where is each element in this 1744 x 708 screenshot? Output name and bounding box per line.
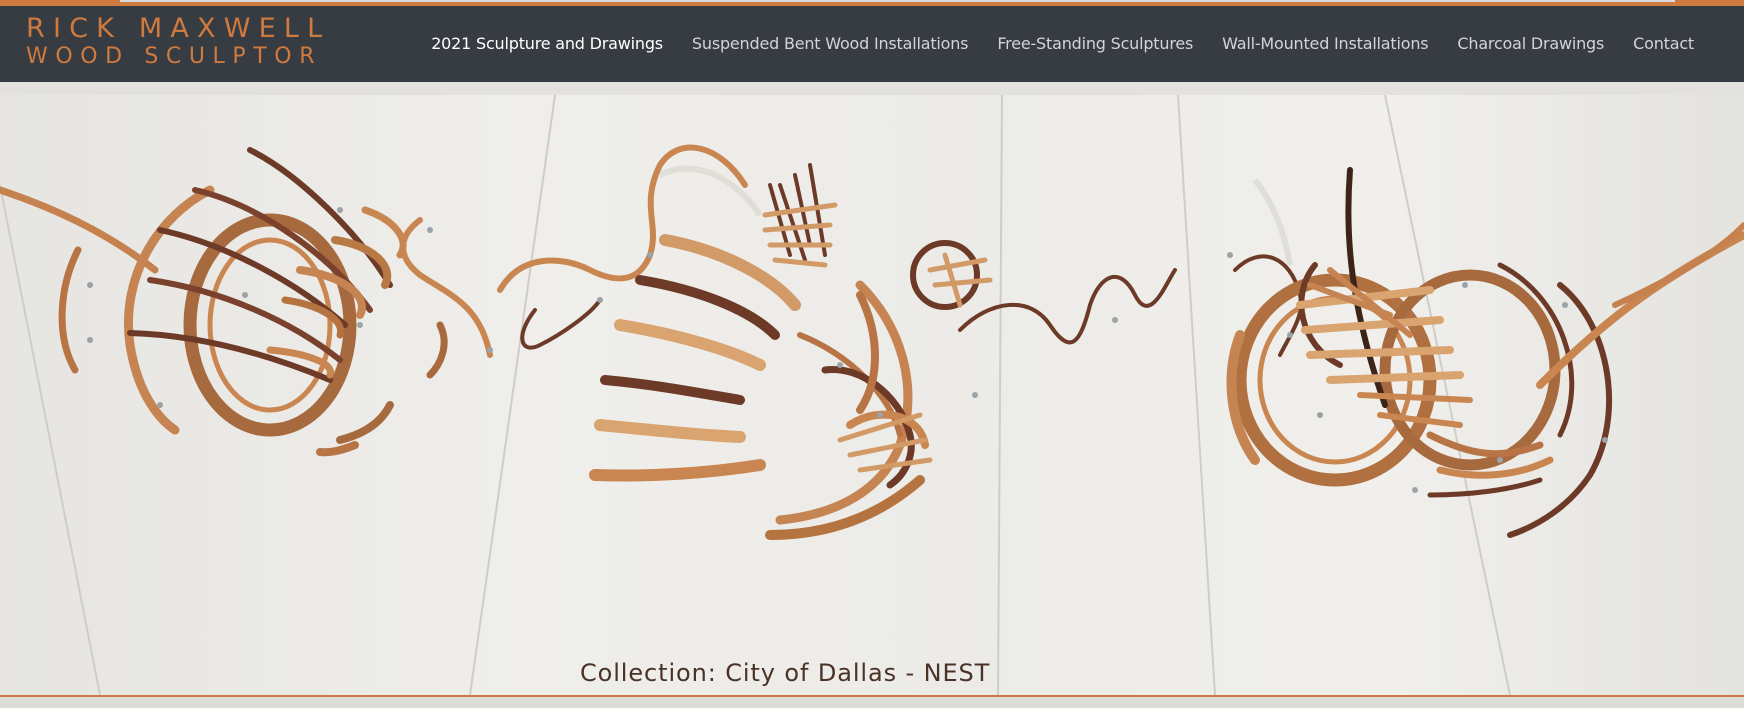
main-nav: 2021 Sculpture and Drawings Suspended Be… [402,34,1694,53]
sculpture-artwork [0,95,1744,695]
footer-strip [0,697,1744,708]
header-divider [0,82,1744,95]
hero-caption: Collection: City of Dallas - NEST [580,659,991,687]
nav-item-free-standing-sculptures[interactable]: Free-Standing Sculptures [997,34,1193,53]
browser-edge [120,0,1675,2]
site-header: RICK MAXWELL WOOD SCULPTOR 2021 Sculptur… [0,6,1744,82]
logo-name: RICK MAXWELL [26,13,331,44]
nav-item-contact[interactable]: Contact [1633,34,1694,53]
nav-item-charcoal-drawings[interactable]: Charcoal Drawings [1457,34,1604,53]
nav-item-wall-mounted-installations[interactable]: Wall-Mounted Installations [1222,34,1428,53]
nav-item-suspended-bent-wood-installations[interactable]: Suspended Bent Wood Installations [692,34,969,53]
site-logo[interactable]: RICK MAXWELL WOOD SCULPTOR [26,15,330,68]
hero-image: Collection: City of Dallas - NEST [0,95,1744,695]
nav-item-2021-sculpture-and-drawings[interactable]: 2021 Sculpture and Drawings [431,34,663,53]
logo-tagline: WOOD SCULPTOR [26,44,323,69]
